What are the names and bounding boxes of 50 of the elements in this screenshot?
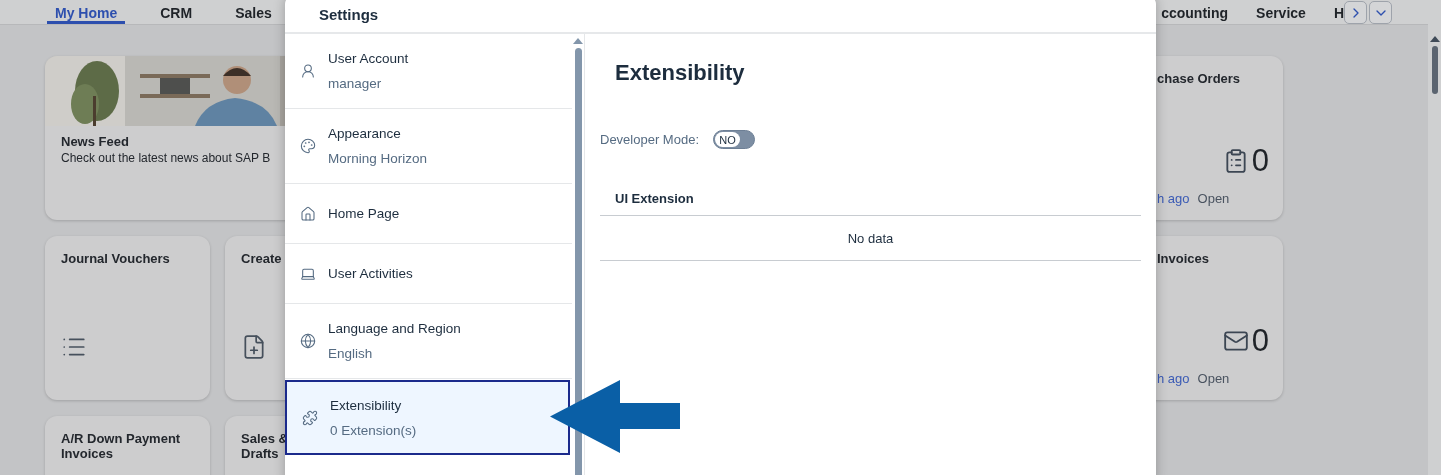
tile-count: 0 xyxy=(1251,323,1269,359)
developer-mode-switch[interactable]: NO xyxy=(713,130,755,149)
nav-item-label: Language and Region xyxy=(328,321,461,336)
palette-icon xyxy=(300,138,316,154)
nav-item-value: English xyxy=(328,346,374,361)
tile-text: Check out the latest news about SAP B xyxy=(60,150,272,165)
app-tile[interactable]: A/R Down Payment Invoices xyxy=(45,416,210,475)
shell-tab[interactable]: Service xyxy=(1256,0,1306,24)
settings-nav-item[interactable]: Appearance Morning Horizon xyxy=(285,109,572,184)
empty-table-text: No data xyxy=(847,230,894,246)
home-icon xyxy=(300,205,316,222)
nav-item-value: manager xyxy=(328,76,383,91)
status-text: Open xyxy=(1197,191,1230,206)
overflow-button[interactable] xyxy=(1369,1,1392,24)
tile-title: Invoices xyxy=(1157,251,1211,266)
shell-tab[interactable]: Sales xyxy=(227,0,280,24)
tile-title: chase Orders xyxy=(1157,71,1242,86)
tile-title: News Feed xyxy=(60,133,130,149)
tile-title: Journal Vouchers xyxy=(60,250,171,266)
status-text: Open xyxy=(1197,371,1230,386)
file-plus-icon xyxy=(241,334,267,360)
settings-nav-item[interactable]: Home Page xyxy=(285,184,572,244)
scroll-right-button[interactable] xyxy=(1344,1,1367,24)
settings-nav-item[interactable]: User Activities xyxy=(285,244,572,304)
envelope-icon xyxy=(1222,328,1249,354)
settings-nav-item[interactable]: User Account manager xyxy=(285,34,572,109)
tile-title: Create xyxy=(240,250,283,266)
nav-item-label: User Activities xyxy=(328,266,413,281)
scrollbar-thumb[interactable] xyxy=(574,48,582,475)
column-header: UI Extension xyxy=(615,191,694,206)
nav-item-label: Extensibility xyxy=(330,397,403,413)
shell-tab[interactable]: H xyxy=(1333,0,1344,24)
section-title: Extensibility xyxy=(615,60,746,86)
age-link[interactable]: h ago xyxy=(1157,191,1190,206)
globe-icon xyxy=(300,333,316,349)
settings-nav-item[interactable]: Language and Region English xyxy=(285,304,572,379)
shell-tab[interactable]: My Home xyxy=(47,0,126,24)
settings-nav-item[interactable]: Extensibility 0 Extension(s) xyxy=(285,380,570,455)
puzzle-icon xyxy=(302,409,318,426)
field-label: Developer Mode: xyxy=(600,132,699,147)
age-link[interactable]: h ago xyxy=(1157,371,1190,386)
shell-tab[interactable]: ccounting xyxy=(1161,0,1229,24)
tile-count: 0 xyxy=(1251,143,1269,179)
shell-tab[interactable]: CRM xyxy=(152,0,201,24)
dialog-title: Settings xyxy=(319,6,379,23)
app-tile[interactable]: Journal Vouchers xyxy=(45,236,210,400)
tile-title: A/R Down Payment Invoices xyxy=(60,430,182,461)
nav-item-value: 0 Extension(s) xyxy=(330,422,417,438)
scrollbar-thumb[interactable] xyxy=(1431,46,1438,94)
user-icon xyxy=(300,63,316,79)
